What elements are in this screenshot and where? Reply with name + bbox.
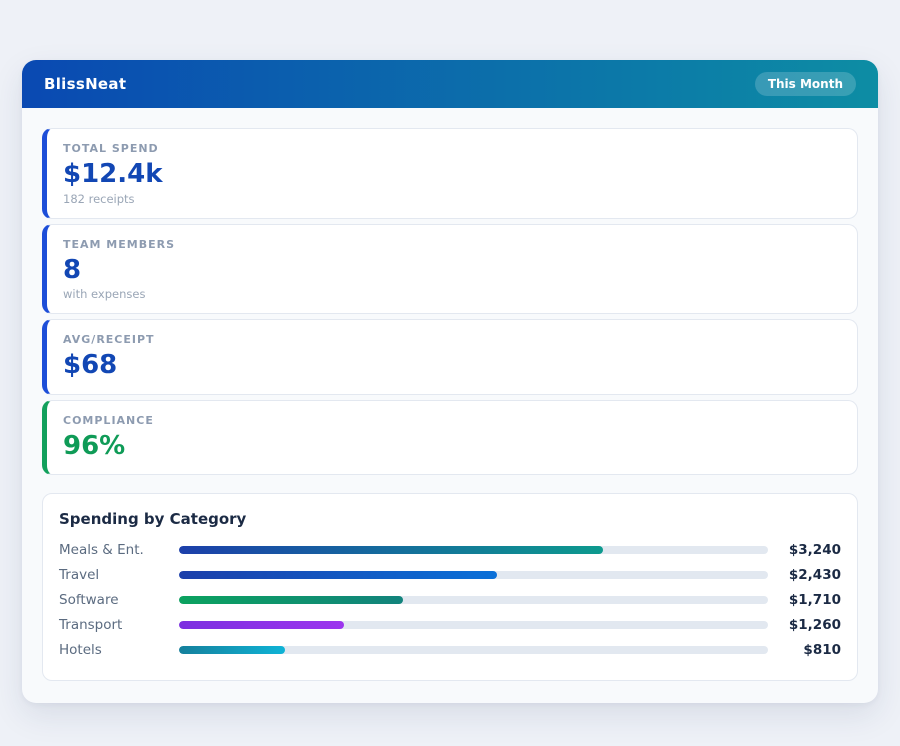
stat-value: 96% [63,430,841,463]
stat-value: $12.4k [63,158,841,191]
stat-subtext: with expenses [63,287,841,301]
stat-card-list: TOTAL SPEND $12.4k182 receipts TEAM MEMBER… [42,128,858,475]
category-value: $3,240 [777,542,841,558]
bar-track [179,646,768,654]
category-row: Travel $2,430 [59,562,841,587]
bar-track [179,596,768,604]
app-title: BlissNeat [44,75,126,93]
app-panel: BlissNeat This Month TOTAL SPEND $12.4k18… [22,60,878,703]
category-value: $810 [777,642,841,658]
category-rows: Meals & Ent. $3,240 Travel $2,430 Software $1… [59,537,841,662]
category-row: Transport $1,260 [59,612,841,637]
bar-fill [179,646,285,654]
stat-value: $68 [63,349,841,382]
category-label: Software [59,592,179,608]
stat-label: AVG/RECEIPT [63,333,841,346]
stat-card: TOTAL SPEND $12.4k182 receipts [42,128,858,219]
bar-fill [179,621,344,629]
stat-card: TEAM MEMBERS 8with expenses [42,224,858,315]
chart-title: Spending by Category [59,510,841,528]
category-row: Software $1,710 [59,587,841,612]
bar-track [179,546,768,554]
bar-track [179,621,768,629]
bar-fill [179,546,603,554]
category-row: Hotels $810 [59,637,841,662]
bar-track [179,571,768,579]
bar-fill [179,596,403,604]
category-label: Hotels [59,642,179,658]
category-value: $1,710 [777,592,841,608]
category-label: Meals & Ent. [59,542,179,558]
stat-subtext: 182 receipts [63,192,841,206]
category-label: Transport [59,617,179,633]
stat-card: AVG/RECEIPT $68 [42,319,858,395]
main-content: TOTAL SPEND $12.4k182 receipts TEAM MEMBER… [22,108,878,703]
stat-label: COMPLIANCE [63,414,841,427]
category-value: $1,260 [777,617,841,633]
stat-card: COMPLIANCE 96% [42,400,858,476]
app-header: BlissNeat This Month [22,60,878,108]
category-value: $2,430 [777,567,841,583]
spending-chart-card: Spending by Category Meals & Ent. $3,240 T… [42,493,858,681]
stat-label: TEAM MEMBERS [63,238,841,251]
category-row: Meals & Ent. $3,240 [59,537,841,562]
stat-label: TOTAL SPEND [63,142,841,155]
bar-fill [179,571,497,579]
period-badge[interactable]: This Month [755,72,856,96]
category-label: Travel [59,567,179,583]
stat-value: 8 [63,254,841,287]
